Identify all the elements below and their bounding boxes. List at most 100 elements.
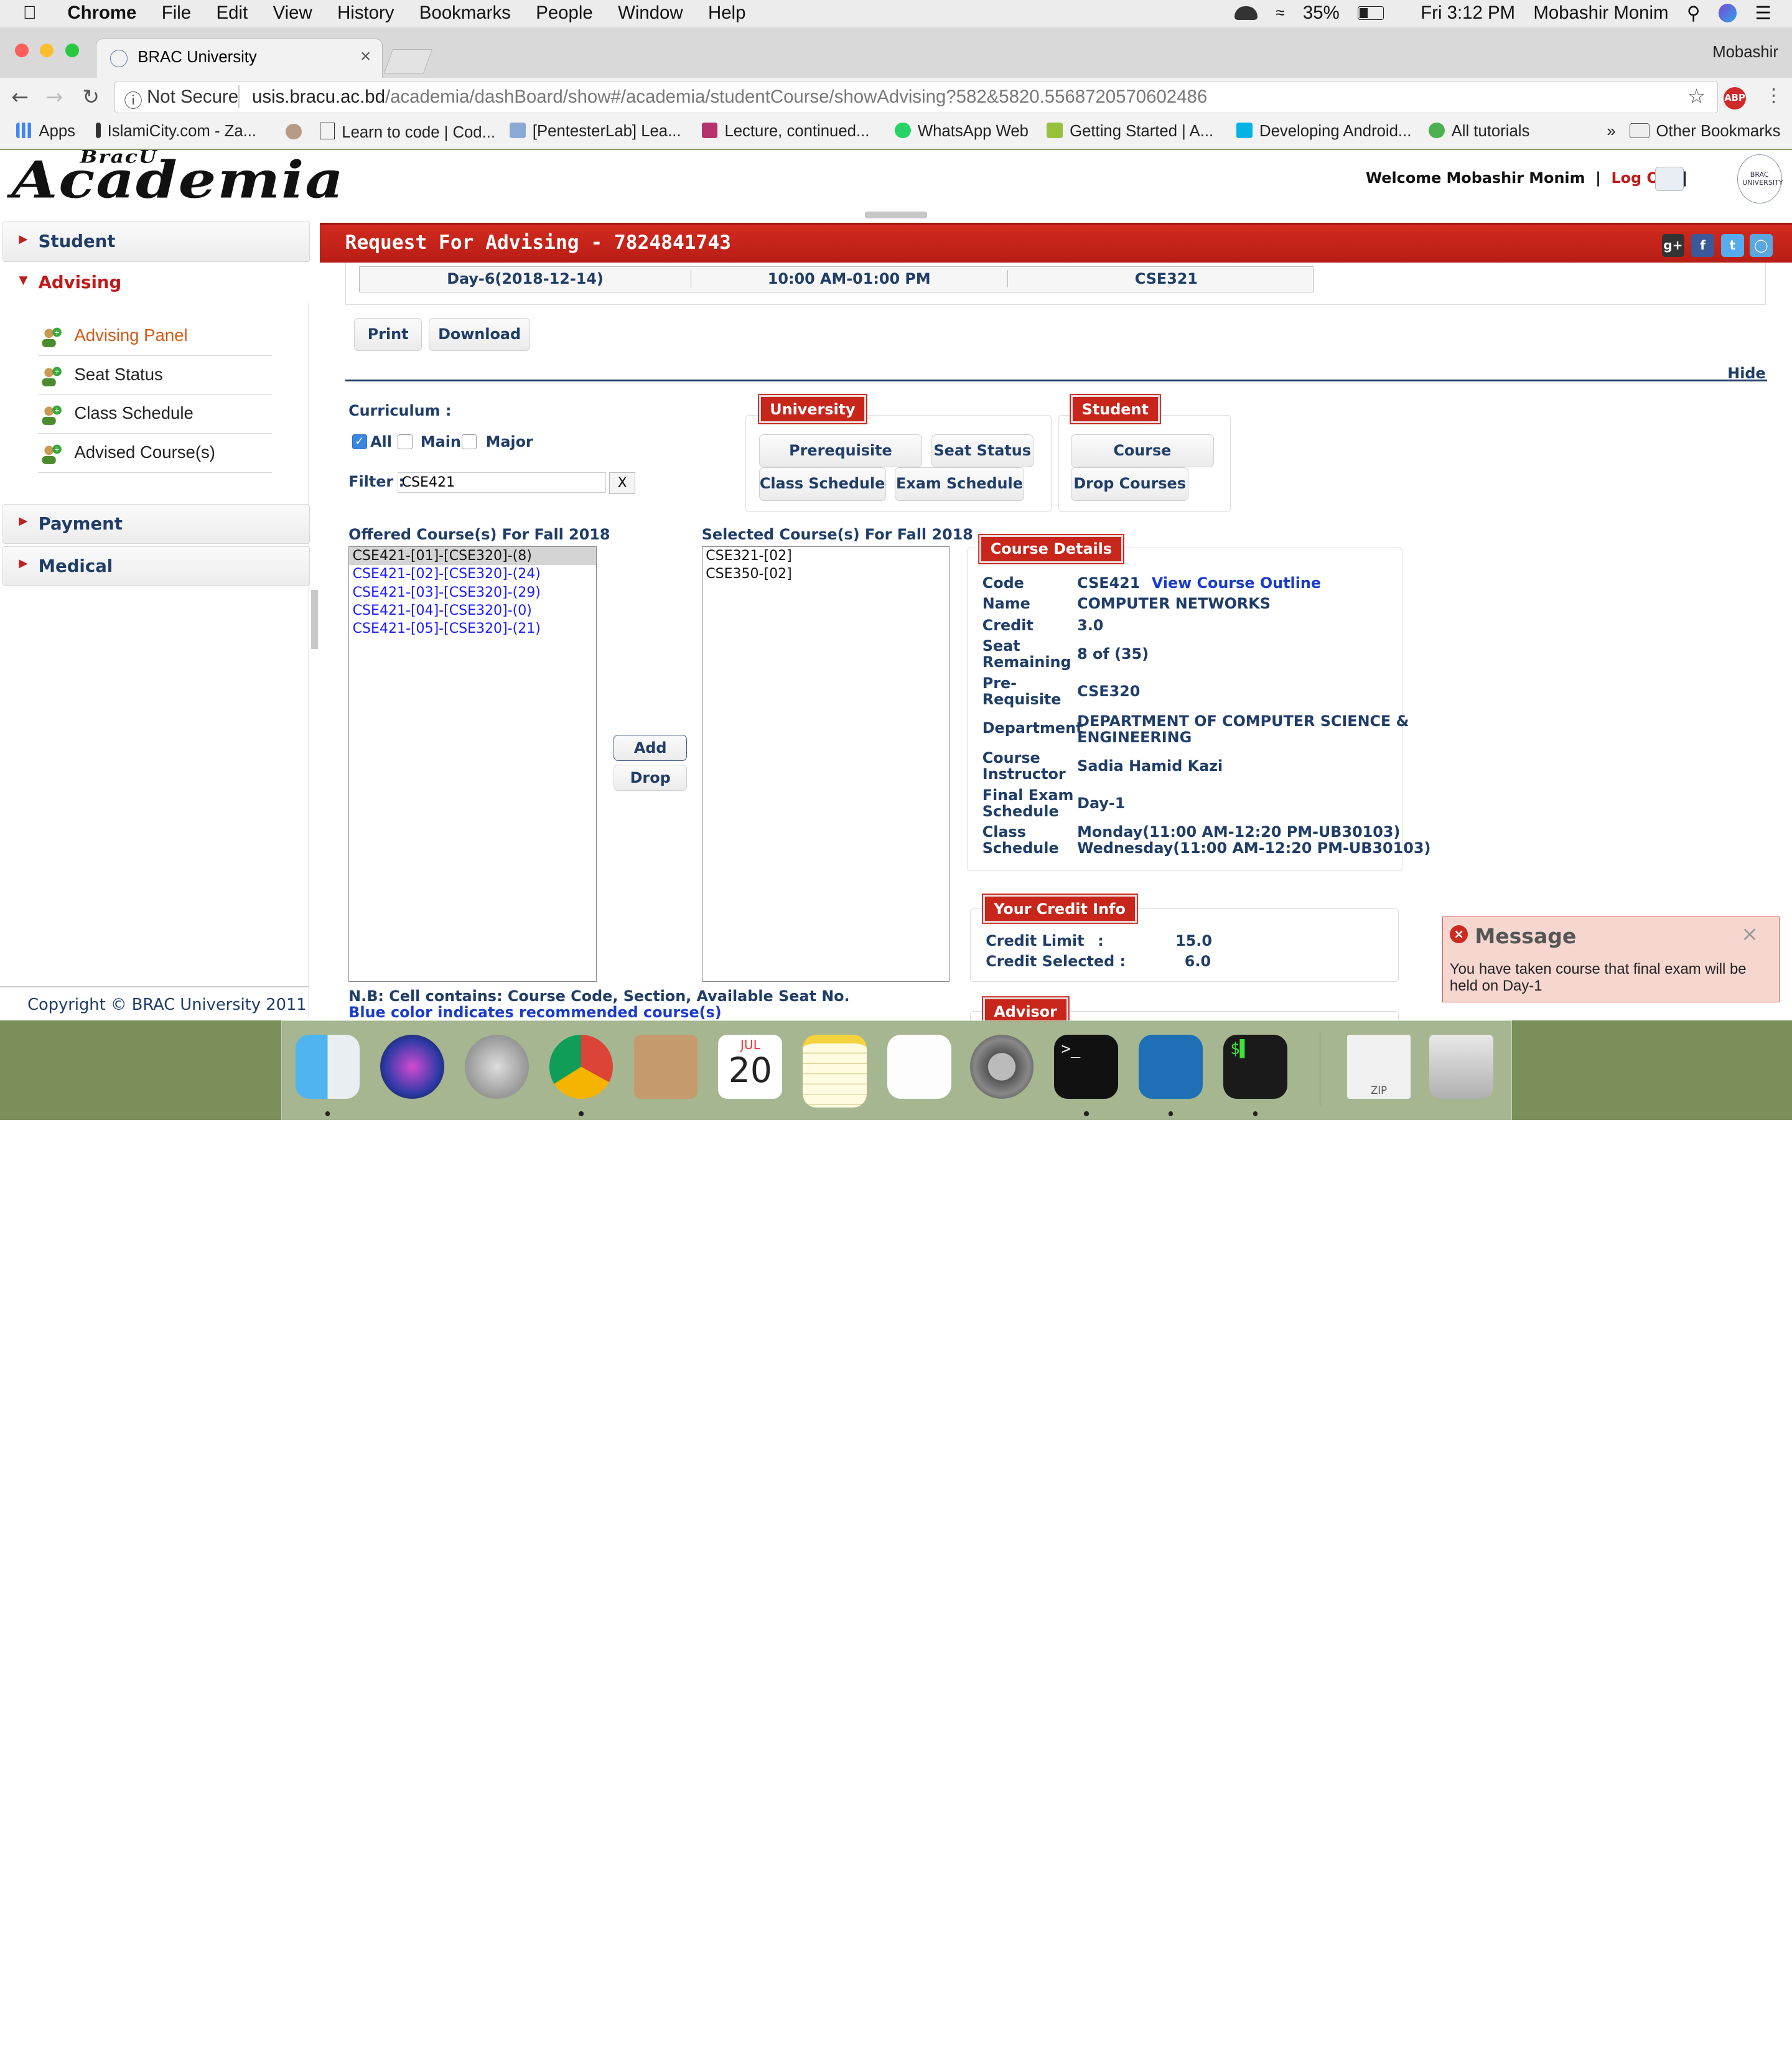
apple-icon[interactable]:  xyxy=(23,2,37,24)
siri-icon[interactable] xyxy=(1718,4,1737,22)
filter-input[interactable]: CSE421 xyxy=(398,472,606,493)
facebook-icon[interactable]: f xyxy=(1691,233,1715,257)
chrome-menu-icon[interactable]: ⋮ xyxy=(1765,85,1783,106)
not-secure-label[interactable]: Not Secure xyxy=(147,86,238,108)
minimize-window-button[interactable] xyxy=(40,43,54,57)
list-item[interactable]: CSE421-[03]-[CSE320]-(29) xyxy=(349,584,596,602)
sidebar-section-student[interactable]: ▶ Student xyxy=(2,222,310,262)
add-button[interactable]: Add xyxy=(614,734,687,762)
iterm-icon[interactable]: $▌ xyxy=(1223,1035,1288,1099)
checkbox-all-label[interactable]: All xyxy=(370,433,392,450)
zoom-window-button[interactable] xyxy=(65,43,79,57)
filter-clear-button[interactable]: X xyxy=(609,472,636,494)
menu-people[interactable]: People xyxy=(536,2,592,24)
close-window-button[interactable] xyxy=(14,43,29,57)
system-preferences-icon[interactable] xyxy=(969,1035,1034,1099)
info-icon[interactable]: ⓘ xyxy=(124,86,142,113)
spotlight-icon[interactable]: ⚲ xyxy=(1687,2,1701,24)
checkbox-main-label[interactable]: Main xyxy=(421,433,461,450)
close-icon[interactable]: × xyxy=(1741,921,1758,946)
checkbox-main[interactable] xyxy=(398,434,413,449)
finder-icon[interactable] xyxy=(295,1035,360,1099)
launchpad-icon[interactable] xyxy=(464,1035,529,1099)
prerequisite-courses-button[interactable]: Prerequisite Courses xyxy=(758,434,923,491)
bookmark-getting-started[interactable]: Getting Started | A... xyxy=(1047,122,1213,141)
terminal-icon[interactable]: >_ xyxy=(1054,1035,1119,1099)
menu-file[interactable]: File xyxy=(162,2,191,24)
offered-courses-list[interactable]: CSE421-[01]-[CSE320]-(8) CSE421-[02]-[CS… xyxy=(348,546,597,982)
user-profile-icon[interactable] xyxy=(1654,167,1684,191)
sidebar-item-advising-panel[interactable]: + Advising Panel xyxy=(37,318,273,357)
wifi-icon[interactable]: ≈ xyxy=(1276,4,1284,22)
calendar-icon[interactable]: JUL 20 xyxy=(718,1035,783,1099)
bookmark-islamicity[interactable]: IslamiCity.com - Za... xyxy=(96,122,256,141)
new-tab-button[interactable] xyxy=(384,49,433,73)
sidebar-item-seat-status[interactable]: + Seat Status xyxy=(37,357,273,395)
uni-seat-status-button[interactable]: Seat Status xyxy=(931,434,1034,468)
sidebar-item-class-schedule[interactable]: + Class Schedule xyxy=(37,395,273,434)
contacts-icon[interactable] xyxy=(633,1035,698,1099)
bookmark-lecture[interactable]: Lecture, continued... xyxy=(701,122,869,141)
menu-history[interactable]: History xyxy=(337,2,394,24)
sidebar-section-medical[interactable]: ▶ Medical xyxy=(2,546,310,587)
drop-courses-button[interactable]: Drop Courses xyxy=(1070,467,1189,501)
print-button[interactable]: Print xyxy=(354,317,422,351)
profile-name[interactable]: Mobashir xyxy=(1712,44,1778,62)
bookmark-pentesterlab[interactable]: [PentesterLab] Lea... xyxy=(510,122,681,141)
url-text[interactable]: usis.bracu.ac.bd/academia/dashBoard/show… xyxy=(252,86,1207,108)
view-course-outline-link[interactable]: View Course Outline xyxy=(1152,574,1321,592)
uni-class-schedule-button[interactable]: Class Schedule xyxy=(758,467,886,501)
bookmark-apps[interactable]: Apps xyxy=(16,122,75,141)
tab-brac-university[interactable]: BRAC University × xyxy=(96,39,383,78)
notification-center-icon[interactable]: ☰ xyxy=(1755,2,1771,24)
list-item[interactable]: CSE421-[05]-[CSE320]-(21) xyxy=(349,620,596,638)
bookmark-developing-android[interactable]: Developing Android... xyxy=(1236,122,1411,141)
instagram-icon[interactable]: ◯ xyxy=(1749,233,1773,257)
checkbox-major[interactable] xyxy=(462,434,477,449)
forward-icon[interactable]: → xyxy=(45,85,63,109)
exam-schedule-button[interactable]: Exam Schedule xyxy=(895,467,1024,501)
bookmarks-overflow[interactable]: » xyxy=(1607,123,1615,141)
tab-close-icon[interactable]: × xyxy=(360,46,371,67)
chrome-icon[interactable] xyxy=(549,1035,614,1099)
list-item[interactable]: CSE350-[02] xyxy=(702,565,950,583)
reminders-icon[interactable] xyxy=(887,1035,952,1099)
notes-icon[interactable] xyxy=(803,1035,867,1108)
trash-icon[interactable] xyxy=(1429,1035,1493,1099)
bookmark-all-tutorials[interactable]: All tutorials xyxy=(1428,122,1529,141)
menu-window[interactable]: Window xyxy=(618,2,683,24)
reload-icon[interactable]: ↻ xyxy=(82,85,100,109)
hat-icon[interactable] xyxy=(1234,6,1258,21)
bookmark-learn-to-code[interactable]: Learn to code | Cod... xyxy=(286,122,495,142)
sidebar-section-payment[interactable]: ▶ Payment xyxy=(2,503,310,544)
resize-handle[interactable] xyxy=(865,211,927,218)
menu-chrome[interactable]: Chrome xyxy=(67,2,136,24)
user-name[interactable]: Mobashir Monim xyxy=(1533,2,1668,24)
menu-edit[interactable]: Edit xyxy=(217,2,248,24)
clock[interactable]: Fri 3:12 PM xyxy=(1421,2,1515,24)
zip-file-icon[interactable]: ZIP xyxy=(1346,1035,1411,1099)
sidebar-item-advised-courses[interactable]: + Advised Course(s) xyxy=(37,434,273,473)
checkbox-major-label[interactable]: Major xyxy=(486,433,533,450)
drop-button[interactable]: Drop xyxy=(614,764,687,791)
other-bookmarks[interactable]: Other Bookmarks xyxy=(1630,123,1781,141)
twitter-icon[interactable]: t xyxy=(1721,233,1744,257)
checkbox-all[interactable]: ✓ xyxy=(352,434,367,449)
bookmark-whatsapp[interactable]: WhatsApp Web xyxy=(895,122,1029,141)
sidebar-scrollbar[interactable] xyxy=(310,589,318,650)
back-icon[interactable]: ← xyxy=(11,85,29,109)
menu-help[interactable]: Help xyxy=(708,2,745,24)
menu-view[interactable]: View xyxy=(273,2,312,24)
list-item[interactable]: CSE421-[01]-[CSE320]-(8) xyxy=(349,546,596,566)
vscode-icon[interactable] xyxy=(1139,1035,1203,1099)
list-item[interactable]: CSE421-[02]-[CSE320]-(24) xyxy=(349,565,596,583)
course-sequence-button[interactable]: Course Sequence xyxy=(1070,434,1214,491)
address-bar[interactable]: ⓘ Not Secure usis.bracu.ac.bd/academia/d… xyxy=(114,81,1718,113)
battery-percent[interactable]: 35% xyxy=(1303,2,1340,24)
siri-icon[interactable] xyxy=(380,1035,444,1099)
adblock-icon[interactable]: ABP xyxy=(1723,86,1747,110)
list-item[interactable]: CSE421-[04]-[CSE320]-(0) xyxy=(349,602,596,620)
google-plus-icon[interactable]: g+ xyxy=(1661,233,1685,257)
bookmark-star-icon[interactable]: ☆ xyxy=(1687,84,1706,109)
download-button[interactable]: Download xyxy=(428,317,531,351)
